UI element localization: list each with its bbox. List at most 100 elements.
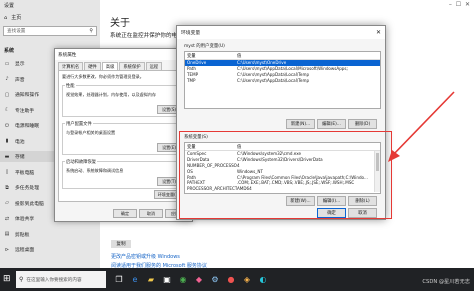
table-row[interactable]: TEMP C:\Users\myst\AppData\Local\Temp xyxy=(185,72,380,78)
user-profiles-text: 与登录帐户相关的桌面设置 xyxy=(66,130,116,135)
sidebar-item-label: 电源和睡眠 xyxy=(15,124,39,129)
project-icon: ▱ xyxy=(5,200,9,206)
delete-user-variable-button[interactable]: 删除(D) xyxy=(348,119,377,129)
watermark: CSDN @星川若无志 xyxy=(422,279,470,285)
col-variable[interactable]: 变量 xyxy=(185,53,237,59)
copy-button[interactable]: 复制 xyxy=(111,240,131,248)
system-properties-title: 系统属性 xyxy=(58,52,77,58)
home-icon: ⌂ xyxy=(4,14,8,21)
close-icon[interactable]: ✕ xyxy=(465,1,470,8)
taskbar-search-input[interactable]: ⚲ 在这里输入你要搜索的内容 xyxy=(16,271,106,288)
user-profiles-group: 用户配置文件 与登录帐户相关的桌面设置 设置(E)... xyxy=(62,121,189,155)
performance-title: 性能 xyxy=(65,83,76,89)
change-key-link[interactable]: 更改产品密钥或升级 Windows xyxy=(111,253,180,260)
task-view-icon[interactable]: ❐ xyxy=(112,272,126,287)
sysprop-cancel-button[interactable]: 取消 xyxy=(139,209,163,218)
tablet-icon: ▯ xyxy=(5,169,9,175)
sidebar-item-label: 声音 xyxy=(15,77,25,83)
minimize-icon[interactable]: – xyxy=(449,1,452,8)
sidebar-item-label: 体验共享 xyxy=(15,217,35,222)
user-variables-header: 变量 值 xyxy=(185,52,380,60)
variable-name-cell: TEMP xyxy=(187,71,199,77)
sidebar-item-label: 平板电脑 xyxy=(15,170,35,176)
performance-group: 性能 视觉效果，处理器计划，内存使用，以及虚拟内存 设置(S)... xyxy=(62,83,189,117)
home-link[interactable]: ⌂ 主页 xyxy=(4,14,22,22)
maximize-icon[interactable]: ☐ xyxy=(456,1,461,8)
share-icon: ⇄ xyxy=(4,215,10,222)
sidebar-item-label: 专注助手 xyxy=(15,108,35,114)
multitask-icon: ⧉ xyxy=(5,184,9,191)
home-label: 主页 xyxy=(11,15,22,21)
user-rows: OneDrive C:\Users\myst\OneDrive Path C:\Use… xyxy=(185,60,380,83)
chrome-icon[interactable]: ◉ xyxy=(176,272,190,287)
file-explorer-icon[interactable]: ▰ xyxy=(144,272,158,287)
clipboard-icon: ▤ xyxy=(4,231,10,237)
startup-recovery-group: 启动和故障恢复 系统启动、系统故障和调试信息 设置(T)... xyxy=(62,159,189,189)
store-icon[interactable]: ▣ xyxy=(160,272,174,287)
settings-search-input[interactable]: 查找设置 ⚲ xyxy=(3,26,97,36)
red-app-icon[interactable]: ● xyxy=(224,272,238,287)
category-heading: 系统 xyxy=(4,48,15,54)
variable-value-cell: C:\Users\myst\AppData\Local\Temp xyxy=(237,77,310,83)
table-row[interactable]: Path C:\Users\myst\AppData\Local\Microsof… xyxy=(185,66,380,72)
orange-app-icon[interactable]: ◈ xyxy=(240,272,254,287)
performance-text: 视觉效果，处理器计划，内存使用，以及虚拟内存 xyxy=(66,92,157,97)
annotation-arrow xyxy=(388,91,455,162)
sidebar-item-label: 存储 xyxy=(15,155,25,160)
system-properties-titlebar: 系统属性 ✕ xyxy=(55,49,192,60)
settings-gear-icon[interactable]: ⚙ xyxy=(208,272,222,287)
search-icon: ⚲ xyxy=(89,28,93,34)
variable-name-cell: TMP xyxy=(187,77,196,83)
highlight-box xyxy=(179,131,392,219)
advanced-tab-panel: 要进行大多数更改，你必须作为管理员登录。 性能 视觉效果，处理器计划，内存使用，… xyxy=(58,70,192,202)
speaker-icon: ♪ xyxy=(5,76,9,82)
battery-icon: ▮ xyxy=(5,138,9,144)
sidebar-item[interactable]: ▤ 剪贴板 xyxy=(0,229,100,240)
variable-name-cell: OneDrive xyxy=(187,60,207,66)
edit-user-variable-button[interactable]: 编辑(E)... xyxy=(317,119,346,129)
table-row[interactable]: TMP C:\Users\myst\AppData\Local\Temp xyxy=(185,77,380,83)
power-icon: ⏻ xyxy=(5,122,9,129)
variable-value-cell: C:\Users\myst\AppData\Local\Microsoft\Wi… xyxy=(237,66,348,72)
sidebar-item-label: 剪贴板 xyxy=(15,232,30,238)
monitor-icon: ▭ xyxy=(4,60,10,67)
user-variables-label: myst 的用户变量(U) xyxy=(184,44,225,49)
sidebar-item-label: 电池 xyxy=(15,139,25,145)
col-value[interactable]: 值 xyxy=(237,53,380,59)
cyan-app-icon[interactable]: ◐ xyxy=(256,272,270,287)
new-user-variable-button[interactable]: 新建(N)... xyxy=(286,119,315,129)
sidebar-item-label: 多任务处理 xyxy=(15,186,39,191)
remote-icon: ⊳ xyxy=(4,246,10,253)
user-profiles-title: 用户配置文件 xyxy=(65,121,93,127)
close-icon[interactable]: ✕ xyxy=(376,29,381,36)
startup-text: 系统启动、系统故障和调试信息 xyxy=(66,168,124,173)
moon-icon: ☾ xyxy=(4,107,10,113)
sidebar-item-label: 投影到此电脑 xyxy=(15,201,44,207)
startup-title: 启动和故障恢复 xyxy=(65,159,98,165)
window-controls: – ☐ ✕ xyxy=(449,1,470,8)
taskbar-search-placeholder: 在这里输入你要搜索的内容 xyxy=(26,277,82,283)
sidebar-item[interactable]: ⊳ 远程桌面 xyxy=(0,244,100,255)
variable-value-cell: C:\Users\myst\OneDrive xyxy=(237,60,287,66)
settings-search-placeholder: 查找设置 xyxy=(7,29,26,34)
search-icon: ⚲ xyxy=(19,276,24,283)
user-variables-list[interactable]: 变量 值 OneDrive C:\Users\myst\OneDrive Path C… xyxy=(184,51,381,109)
table-row[interactable]: OneDrive C:\Users\myst\OneDrive xyxy=(185,60,380,66)
sysprop-ok-button[interactable]: 确定 xyxy=(113,209,137,218)
env-titlebar: 环境变量 ✕ xyxy=(177,26,385,39)
env-title: 环境变量 xyxy=(181,31,201,36)
variable-value-cell: C:\Users\myst\AppData\Local\Temp xyxy=(237,71,310,77)
edge-browser-icon[interactable]: e xyxy=(128,272,142,287)
system-properties-dialog: 系统属性 ✕ 计算机名 硬件 高级 系统保护 远程 要进行大多数更改，你必须作为… xyxy=(54,48,193,222)
storage-icon: ▬ xyxy=(4,153,10,160)
notification-icon: ▢ xyxy=(4,91,10,98)
page-title: 关于 xyxy=(110,18,130,29)
variable-name-cell: Path xyxy=(187,66,196,72)
windows-start-icon[interactable]: ⊞ xyxy=(3,274,13,284)
sidebar-item-label: 通知和操作 xyxy=(15,93,39,98)
settings-window-title: 设置 xyxy=(4,3,15,9)
admin-note: 要进行大多数更改，你必须作为管理员登录。 xyxy=(62,74,144,79)
app-icon[interactable]: ◆ xyxy=(192,272,206,287)
sidebar-item-label: 显示 xyxy=(15,62,25,67)
sidebar-item-label: 远程桌面 xyxy=(15,248,35,253)
